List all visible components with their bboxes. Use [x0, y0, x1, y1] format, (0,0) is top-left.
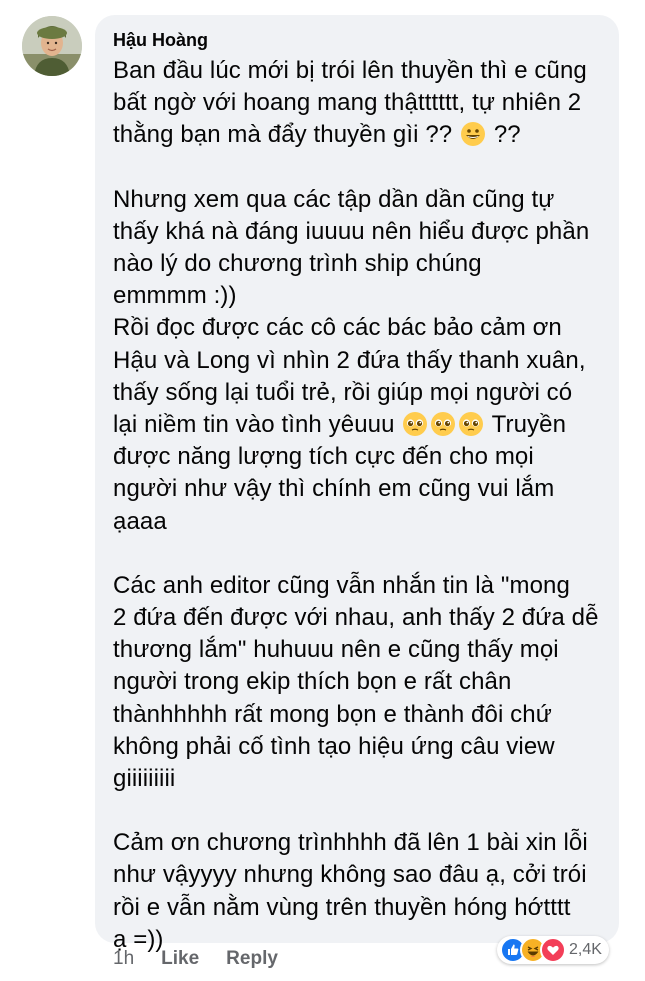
- comment-bubble: Hậu Hoàng Ban đầu lúc mới bị trói lên th…: [95, 15, 619, 953]
- comment-actions: 1h Like Reply: [113, 947, 305, 971]
- comment-line: Các anh editor cũng vẫn nhắn tin là "mon…: [113, 571, 570, 599]
- comment-line: thấy khá nà đáng iuuuu nên hiểu được phầ…: [113, 217, 590, 245]
- comment-line-text: ??: [493, 121, 521, 149]
- comment-line-text: lại niềm tin vào tình yêuuu: [113, 411, 395, 439]
- comment-screen: Hậu Hoàng Ban đầu lúc mới bị trói lên th…: [0, 0, 645, 981]
- reaction-summary[interactable]: 2,4K: [497, 936, 609, 964]
- comment-timestamp[interactable]: 1h: [113, 948, 134, 970]
- avatar[interactable]: [22, 16, 82, 76]
- comment-line: không phải cố tình tạo hiệu ứng câu view: [113, 732, 555, 760]
- love-reaction-icon: [540, 937, 566, 963]
- comment-line: ạaaa: [113, 507, 167, 535]
- comment-paragraph-2: Nhưng xem qua các tập dần dần cũng tự th…: [113, 184, 603, 538]
- comment-line: 2 đứa đến được với nhau, anh thấy 2 đứa …: [113, 604, 599, 632]
- comment-line: thấy sống lại tuổi trẻ, rồi giúp mọi ngư…: [113, 378, 573, 406]
- comment-line: được năng lượng tích cực đến cho mọi: [113, 443, 534, 471]
- comment-line: Rồi đọc được các cô các bác bảo cảm ơn: [113, 314, 562, 342]
- comment-line: Cảm ơn chương trìnhhhh đã lên 1 bài xin …: [113, 829, 588, 857]
- comment-line: thànhhhhh rất mong bọn e thành đôi chứ: [113, 700, 552, 728]
- comment-author[interactable]: Hậu Hoàng: [113, 29, 603, 51]
- grinning-face-icon: [461, 122, 486, 147]
- avatar-image: [22, 16, 82, 76]
- comment-line-text: Truyền: [491, 411, 567, 439]
- pleading-face-icon: [431, 412, 456, 437]
- comment-line: Ban đầu lúc mới bị trói lên thuyền thì e…: [113, 57, 587, 84]
- pleading-face-icon: [403, 412, 428, 437]
- comment-line: nào lý do chương trình ship chúng: [113, 250, 482, 278]
- comment-line: giiiiiiiii: [113, 765, 176, 793]
- comment-line: lại niềm tin vào tình yêuuu Truyền: [113, 409, 603, 441]
- comment-line: như vậyyyy nhưng không sao đâu ạ, cởi tr…: [113, 861, 587, 889]
- like-button[interactable]: Like: [161, 948, 199, 970]
- comment-line: rồi e vẫn nằm vùng trên thuyền hóng hớtt…: [113, 893, 571, 921]
- comment-line: thương lắm" huhuuu nên e cũng thấy mọi: [113, 636, 559, 664]
- comment-line: Nhưng xem qua các tập dần dần cũng tự: [113, 185, 555, 213]
- comment-line: thằng bạn mà đẩy thuyền gìi ?? ??: [113, 119, 603, 151]
- comment-line: người như vậy thì chính em cũng vui lắm: [113, 475, 555, 503]
- comment-line-text: thằng bạn mà đẩy thuyền gìi ??: [113, 121, 453, 149]
- comment-paragraph-1: Ban đầu lúc mới bị trói lên thuyền thì e…: [113, 55, 603, 152]
- comment-line: bất ngờ với hoang mang thậtttttt, tự nhi…: [113, 89, 582, 117]
- pleading-face-icon: [459, 412, 484, 437]
- reaction-count: 2,4K: [569, 941, 602, 958]
- comment-paragraph-3: Các anh editor cũng vẫn nhắn tin là "mon…: [113, 570, 603, 795]
- comment-line: Hậu và Long vì nhìn 2 đứa thấy thanh xuâ…: [113, 346, 586, 374]
- reply-button[interactable]: Reply: [226, 948, 278, 970]
- comment-line: emmmm :)): [113, 282, 237, 310]
- comment-line: người trong ekip thích bọn e rất chân: [113, 668, 512, 696]
